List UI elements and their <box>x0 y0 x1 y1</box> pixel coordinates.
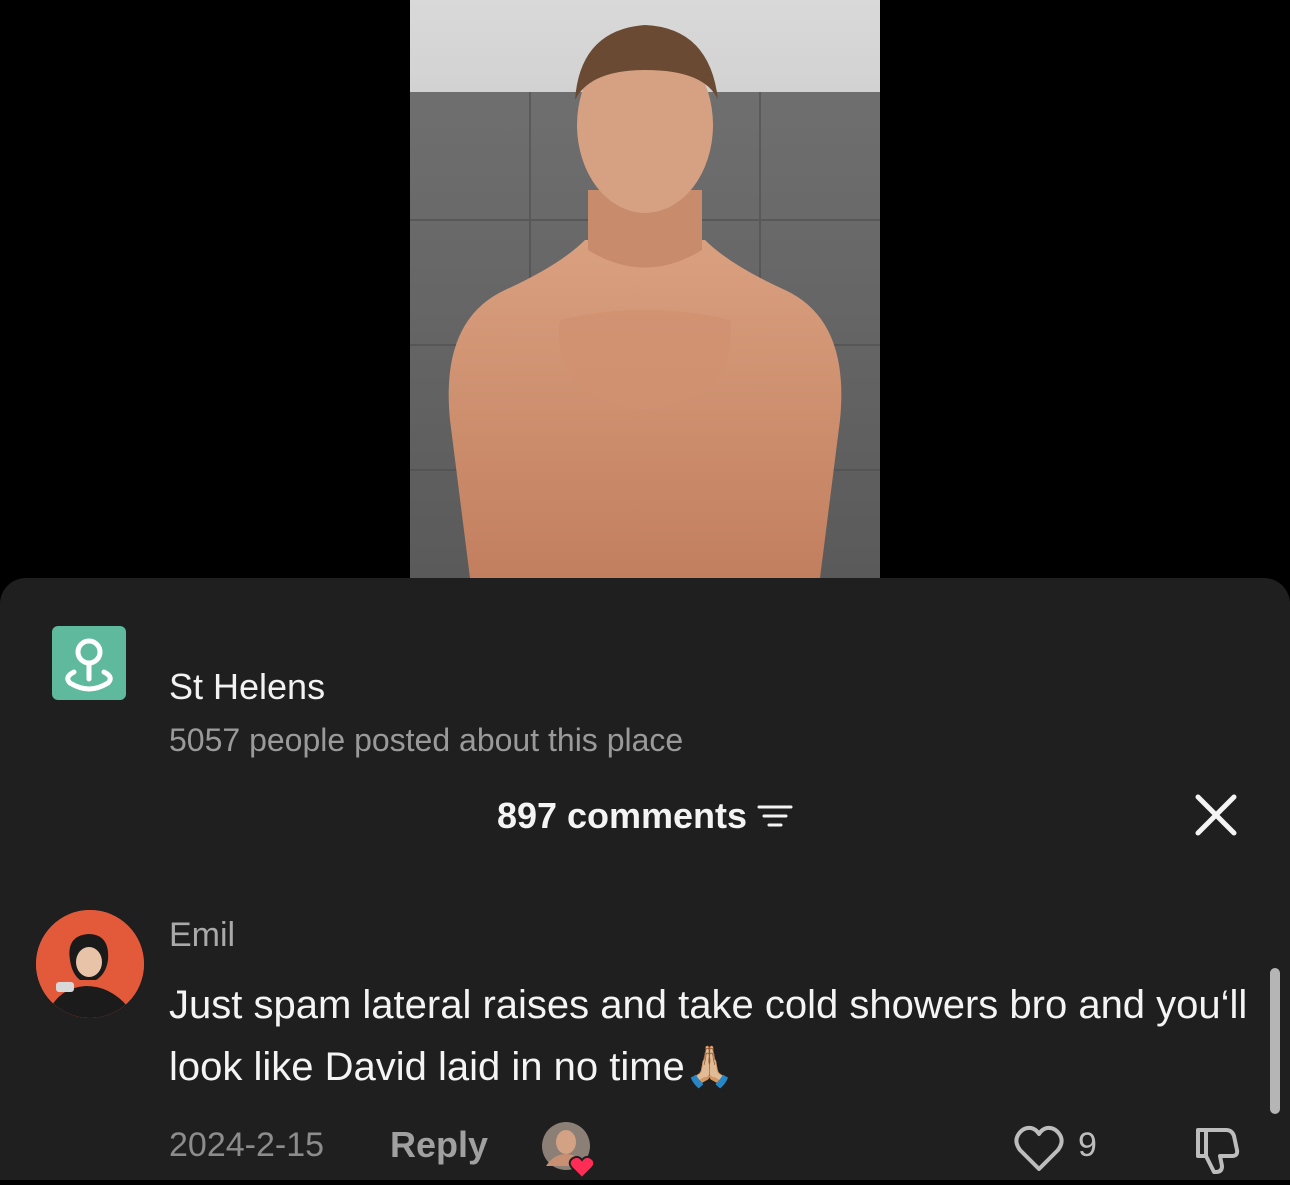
comment-text: Just spam lateral raises and take cold s… <box>169 983 1248 1089</box>
heart-icon <box>568 1155 596 1180</box>
comments-count: 897 comments <box>496 795 748 836</box>
location-name: St Helens <box>169 666 326 707</box>
dislike-button[interactable] <box>1190 1122 1244 1176</box>
thumbs-down-icon <box>1196 1128 1240 1174</box>
comments-header: 897 comments <box>0 786 1290 846</box>
video-frame[interactable] <box>410 0 880 578</box>
reply-button[interactable]: Reply <box>390 1124 488 1166</box>
creator-liked-badge <box>540 1120 600 1180</box>
close-icon <box>1195 794 1237 836</box>
video-area[interactable] <box>0 0 1290 600</box>
heart-outline-icon <box>1014 1125 1064 1171</box>
location-row[interactable]: St Helens 5057 people posted about this … <box>52 626 952 758</box>
close-button[interactable] <box>1192 791 1240 839</box>
comments-sheet: St Helens 5057 people posted about this … <box>0 578 1290 1180</box>
location-pin-icon <box>52 626 126 700</box>
comment-date: 2024-2-15 <box>169 1126 325 1164</box>
video-thumbnail-image <box>410 25 880 578</box>
like-count: 9 <box>1078 1126 1097 1164</box>
like-button[interactable] <box>1012 1124 1066 1174</box>
location-subtitle: 5057 people posted about this place <box>169 722 684 758</box>
comment-username[interactable]: Emil <box>169 916 235 955</box>
avatar[interactable] <box>36 910 144 1018</box>
scrollbar[interactable] <box>1270 968 1280 1114</box>
filter-lines-icon <box>757 805 793 827</box>
comments-sort-button[interactable]: 897 comments <box>497 786 793 846</box>
comment-item: Emil Just spam lateral raises and take c… <box>0 908 1290 1180</box>
